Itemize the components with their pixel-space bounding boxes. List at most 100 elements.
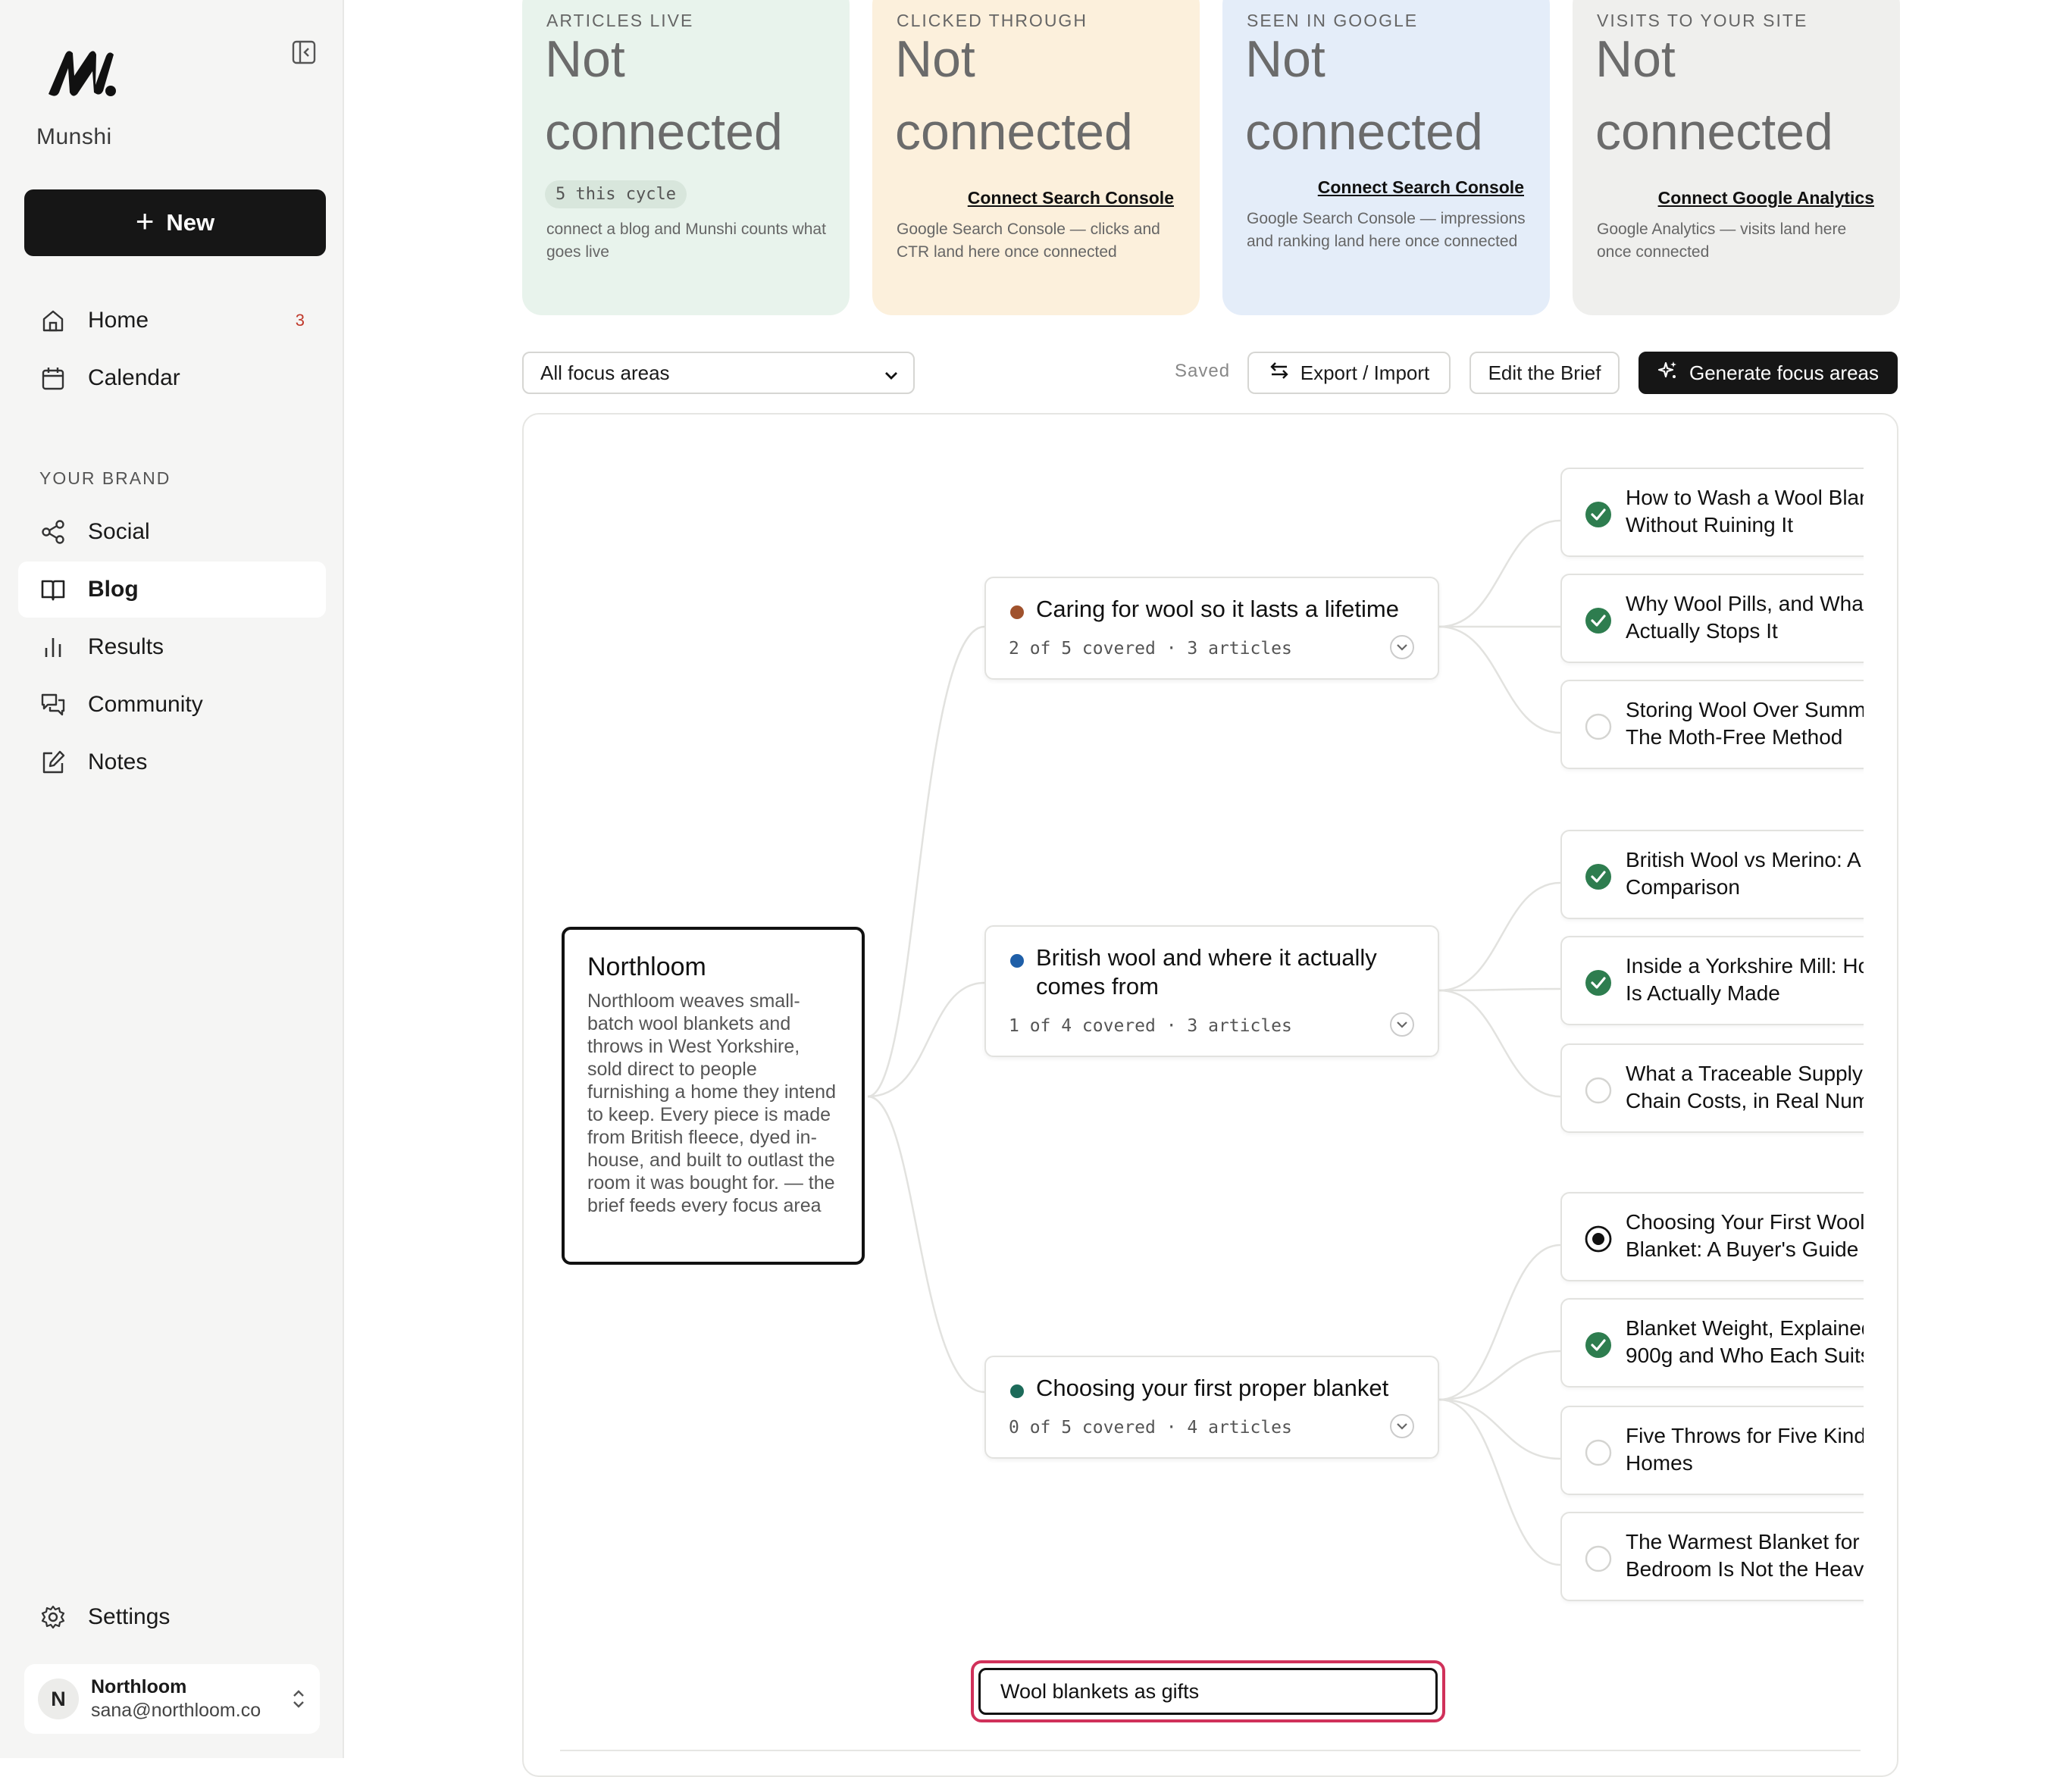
generate-focus-areas-label: Generate focus areas xyxy=(1689,361,1880,384)
check-circle-icon xyxy=(1585,969,1612,996)
sidebar-item-label: Results xyxy=(88,634,164,659)
article-title: Five Throws for Five Kinds of Homes xyxy=(1626,1424,1864,1475)
edit-brief-label: Edit the Brief xyxy=(1488,361,1601,384)
sidebar-item-home[interactable]: Home 3 xyxy=(18,293,326,349)
article-card[interactable]: Storing Wool Over Summer: The Moth-Free … xyxy=(1560,680,1864,769)
focus-area-title: British wool and where it actually comes… xyxy=(1036,944,1377,1000)
chevron-up-down-icon xyxy=(291,1685,306,1713)
article-title: Choosing Your First Wool Blanket: A Buye… xyxy=(1626,1210,1864,1261)
check-circle-icon xyxy=(1585,607,1612,634)
new-focus-area-input-highlight xyxy=(971,1660,1445,1722)
connect-search-console-link[interactable]: Connect Search Console xyxy=(968,188,1174,208)
new-button[interactable]: + New xyxy=(24,189,326,256)
stat-card-value: Not connected xyxy=(895,30,1133,161)
stat-card-value: Not connected xyxy=(545,30,783,161)
new-button-label: New xyxy=(166,209,215,236)
focus-area-select[interactable]: All focus areas xyxy=(522,352,915,394)
saved-status: Saved xyxy=(1175,361,1231,381)
cycle-count-pill: 5 this cycle xyxy=(545,180,687,208)
connect-search-console-link[interactable]: Connect Search Console xyxy=(1318,177,1524,198)
new-focus-area-input[interactable] xyxy=(978,1668,1438,1715)
home-icon xyxy=(39,307,67,334)
sidebar-item-label: Settings xyxy=(88,1604,171,1629)
stat-card-clicked-through: CLICKED THROUGH Not connected Connect Se… xyxy=(872,0,1200,315)
sidebar-item-community[interactable]: Community xyxy=(18,677,326,733)
focus-color-dot xyxy=(1010,605,1024,619)
sidebar-item-label: Notes xyxy=(88,749,148,774)
bar-chart-icon xyxy=(39,634,67,661)
sidebar-item-results[interactable]: Results xyxy=(18,619,326,675)
article-title: Inside a Yorkshire Mill: How It Is Actua… xyxy=(1626,954,1864,1005)
focus-area-node[interactable]: Caring for wool so it lasts a lifetime 2… xyxy=(984,577,1439,680)
article-card[interactable]: Inside a Yorkshire Mill: How It Is Actua… xyxy=(1560,936,1864,1025)
check-circle-icon xyxy=(1585,863,1612,890)
stat-card-seen-in-google: SEEN IN GOOGLE Not connected Connect Sea… xyxy=(1222,0,1550,315)
focus-color-dot xyxy=(1010,1384,1024,1398)
book-icon xyxy=(39,576,67,603)
sidebar-item-blog[interactable]: Blog xyxy=(18,562,326,618)
stat-card-value: Not connected xyxy=(1595,30,1833,161)
focus-area-node[interactable]: Choosing your first proper blanket 0 of … xyxy=(984,1356,1439,1459)
focus-color-dot xyxy=(1010,954,1024,968)
stat-card-description: Google Analytics — visits land here once… xyxy=(1597,221,1847,261)
account-switcher[interactable]: N Northloom sana@northloom.co xyxy=(24,1664,320,1734)
collapse-sidebar-icon[interactable] xyxy=(291,39,317,65)
article-card[interactable]: Why Wool Pills, and What Actually Stops … xyxy=(1560,574,1864,663)
article-title: Storing Wool Over Summer: The Moth-Free … xyxy=(1626,698,1864,749)
home-badge: 3 xyxy=(295,311,305,330)
stat-card-description: Google Search Console — impressions and … xyxy=(1247,210,1526,250)
sidebar-item-notes[interactable]: Notes xyxy=(18,734,326,790)
calendar-icon xyxy=(39,364,67,392)
focus-area-title: Caring for wool so it lasts a lifetime xyxy=(1036,596,1399,622)
article-title: British Wool vs Merino: A Comparison xyxy=(1626,848,1861,899)
article-card[interactable]: How to Wash a Wool Blanket Without Ruini… xyxy=(1560,468,1864,557)
focus-area-meta: 2 of 5 covered · 3 articles xyxy=(1009,639,1292,659)
article-card[interactable]: What a Traceable Supply Chain Costs, in … xyxy=(1560,1043,1864,1133)
article-card[interactable]: Choosing Your First Wool Blanket: A Buye… xyxy=(1560,1192,1864,1281)
sidebar: Munshi + New Home 3 Calendar YOUR BRAND … xyxy=(0,0,344,1758)
account-email: sana@northloom.co xyxy=(91,1700,261,1721)
stat-card-description: Google Search Console — clicks and CTR l… xyxy=(897,221,1160,261)
sidebar-item-settings[interactable]: Settings xyxy=(18,1589,326,1645)
focus-area-meta: 0 of 5 covered · 4 articles xyxy=(1009,1418,1292,1438)
stat-card-articles-live: ARTICLES LIVE Not connected 5 this cycle… xyxy=(522,0,850,315)
article-card[interactable]: British Wool vs Merino: A Comparison xyxy=(1560,830,1864,919)
article-title: The Warmest Blanket for a Bedroom Is Not… xyxy=(1626,1530,1864,1581)
brand-root-node[interactable]: Northloom Northloom weaves small-batch w… xyxy=(562,927,865,1265)
empty-circle-icon xyxy=(1585,1077,1612,1104)
sparkle-icon xyxy=(1657,360,1679,386)
plus-icon: + xyxy=(135,203,155,239)
avatar: N xyxy=(38,1678,79,1719)
stat-card-description: connect a blog and Munshi counts what go… xyxy=(546,221,826,261)
article-card[interactable]: Blanket Weight, Explained: 900g and Who … xyxy=(1560,1298,1864,1387)
sidebar-item-calendar[interactable]: Calendar xyxy=(18,350,326,406)
check-circle-icon xyxy=(1585,501,1612,528)
sidebar-item-social[interactable]: Social xyxy=(18,504,326,560)
radio-selected-icon xyxy=(1585,1225,1612,1253)
check-circle-icon xyxy=(1585,1331,1612,1359)
sidebar-item-label: Home xyxy=(88,308,149,333)
stat-card-visits: VISITS TO YOUR SITE Not connected Connec… xyxy=(1573,0,1900,315)
divider xyxy=(560,1750,1861,1751)
focus-area-meta: 1 of 4 covered · 3 articles xyxy=(1009,1016,1292,1036)
chevron-down-icon[interactable] xyxy=(1389,1413,1415,1439)
swap-arrows-icon xyxy=(1269,360,1290,386)
generate-focus-areas-button[interactable]: Generate focus areas xyxy=(1639,352,1898,394)
edit-note-icon xyxy=(39,749,67,776)
chevron-down-icon[interactable] xyxy=(1389,634,1415,660)
sidebar-item-label: Blog xyxy=(88,577,139,602)
empty-circle-icon xyxy=(1585,713,1612,740)
edit-brief-button[interactable]: Edit the Brief xyxy=(1469,352,1620,394)
article-card[interactable]: Five Throws for Five Kinds of Homes xyxy=(1560,1406,1864,1495)
article-title: What a Traceable Supply Chain Costs, in … xyxy=(1626,1062,1864,1112)
stat-card-value: Not connected xyxy=(1245,30,1483,161)
focus-area-node[interactable]: British wool and where it actually comes… xyxy=(984,925,1439,1057)
root-node-description: Northloom weaves small-batch wool blanke… xyxy=(587,990,836,1216)
root-node-title: Northloom xyxy=(587,953,706,981)
connect-google-analytics-link[interactable]: Connect Google Analytics xyxy=(1658,188,1874,208)
chat-icon xyxy=(39,691,67,718)
chevron-down-icon[interactable] xyxy=(1389,1012,1415,1037)
chevron-down-icon xyxy=(883,365,900,382)
export-import-button[interactable]: Export / Import xyxy=(1247,352,1451,394)
article-card[interactable]: The Warmest Blanket for a Bedroom Is Not… xyxy=(1560,1512,1864,1601)
